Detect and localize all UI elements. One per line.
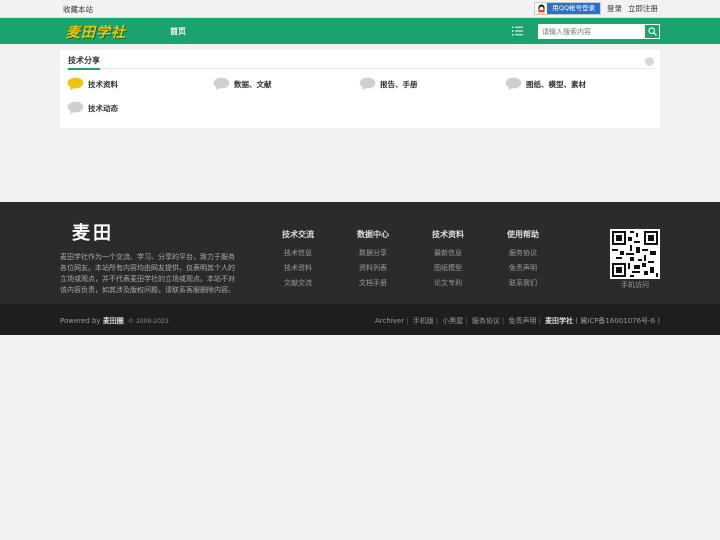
powered-prefix: Powered by <box>60 317 101 325</box>
bottom-link[interactable]: 服务协议 <box>472 317 500 325</box>
category-item[interactable]: 图纸、模型、素材 <box>505 77 586 91</box>
footer-column-heading: 技术交流 <box>282 230 314 239</box>
bottom-link[interactable]: 小黑屋 <box>442 317 463 325</box>
speech-bubble-icon <box>505 77 522 91</box>
footer-link[interactable]: 免责声明 <box>493 261 553 276</box>
panel-header: 技术分享 <box>66 55 654 70</box>
footer-link[interactable]: 论文专利 <box>418 276 478 291</box>
footer-column: 技术资料 最新信息 图纸模型 论文专利 <box>418 229 478 291</box>
category-item[interactable]: 数据、文献 <box>213 77 272 91</box>
speech-bubble-icon <box>67 101 84 115</box>
nav-item-home[interactable]: 首页 <box>170 26 186 37</box>
bottom-bar: Powered by 麦田圈 © 2009-2023 Archiver | 手机版… <box>0 304 720 335</box>
footer-link[interactable]: 技术资料 <box>268 261 328 276</box>
category-item[interactable]: 技术动态 <box>67 101 118 115</box>
search-box <box>538 24 660 39</box>
bottom-link[interactable]: 免责声明 <box>508 317 536 325</box>
speech-bubble-icon <box>213 77 230 91</box>
powered-by: Powered by 麦田圈 © 2009-2023 <box>60 316 169 326</box>
footer-column-heading: 使用帮助 <box>507 230 539 239</box>
footer-column: 使用帮助 服务协议 免责声明 联系我们 <box>493 229 553 291</box>
footer-link[interactable]: 图纸模型 <box>418 261 478 276</box>
category-label: 数据、文献 <box>234 79 272 89</box>
bottom-links: Archiver | 手机版 | 小黑屋 | 服务协议 | 免责声明 | 麦田学社 ( 冀… <box>375 317 660 325</box>
register-link[interactable]: 立即注册 <box>628 3 658 14</box>
category-label: 技术资料 <box>88 79 118 89</box>
footer-link[interactable]: 资料列表 <box>343 261 403 276</box>
category-label: 报告、手册 <box>380 79 418 89</box>
collapse-icon[interactable] <box>645 57 654 66</box>
search-button[interactable] <box>645 25 659 38</box>
qr-code-icon <box>610 229 660 279</box>
site-logo[interactable]: 麦田学社 <box>66 22 126 42</box>
header-nav: 麦田学社 首页 <box>0 18 720 44</box>
footer-link[interactable]: 技术信息 <box>268 246 328 261</box>
login-link[interactable]: 登录 <box>607 3 622 14</box>
category-panel: 技术分享 技术资料 数据、文献 报告、手册 图纸、模型、素材 技术动态 <box>60 50 660 128</box>
footer-link[interactable]: 服务协议 <box>493 246 553 261</box>
footer-link[interactable]: 文档手册 <box>343 276 403 291</box>
category-item[interactable]: 报告、手册 <box>359 77 418 91</box>
copyright: © 2009-2023 <box>128 318 169 325</box>
footer-link[interactable]: 文献交流 <box>268 276 328 291</box>
favorite-link[interactable]: 收藏本站 <box>63 4 93 15</box>
qq-penguin-icon <box>535 3 547 14</box>
footer-column-heading: 技术资料 <box>432 230 464 239</box>
qr-label: 手机访问 <box>621 281 649 289</box>
top-bar: 收藏本站 用QQ帐号登录 登录 立即注册 <box>0 0 720 18</box>
footer: 麦田 麦田学社作为一个交流、学习、分享的平台，致力于服务各位网友。本站所有内容均… <box>0 202 720 304</box>
top-bar-right: 用QQ帐号登录 登录 立即注册 <box>534 2 658 15</box>
site-name-link[interactable]: 麦田学社 <box>545 317 573 325</box>
menu-list-icon[interactable] <box>512 26 523 36</box>
footer-logo: 麦田 <box>72 223 114 244</box>
qr-code <box>610 229 660 279</box>
footer-column: 技术交流 技术信息 技术资料 文献交流 <box>268 229 328 291</box>
footer-column: 数据中心 数据分享 资料列表 文档手册 <box>343 229 403 291</box>
footer-link[interactable]: 联系我们 <box>493 276 553 291</box>
bottom-link[interactable]: 手机版 <box>413 317 434 325</box>
search-input[interactable] <box>539 25 645 38</box>
speech-bubble-icon <box>359 77 376 91</box>
footer-column-heading: 数据中心 <box>357 230 389 239</box>
panel-title: 技术分享 <box>68 55 100 70</box>
category-label: 技术动态 <box>88 103 118 113</box>
footer-link[interactable]: 数据分享 <box>343 246 403 261</box>
category-item[interactable]: 技术资料 <box>67 77 118 91</box>
qq-login-label: 用QQ帐号登录 <box>547 3 600 14</box>
search-icon <box>647 27 657 36</box>
powered-name[interactable]: 麦田圈 <box>103 317 124 325</box>
bottom-link[interactable]: Archiver <box>375 317 404 325</box>
footer-description: 麦田学社作为一个交流、学习、分享的平台，致力于服务各位网友。本站所有内容均由网友… <box>60 253 235 294</box>
speech-bubble-icon <box>67 77 84 91</box>
footer-link[interactable]: 最新信息 <box>418 246 478 261</box>
category-label: 图纸、模型、素材 <box>526 79 586 89</box>
icp-link[interactable]: ( 冀ICP备16001076号-6 ) <box>575 317 660 325</box>
qq-login-button[interactable]: 用QQ帐号登录 <box>534 2 601 15</box>
